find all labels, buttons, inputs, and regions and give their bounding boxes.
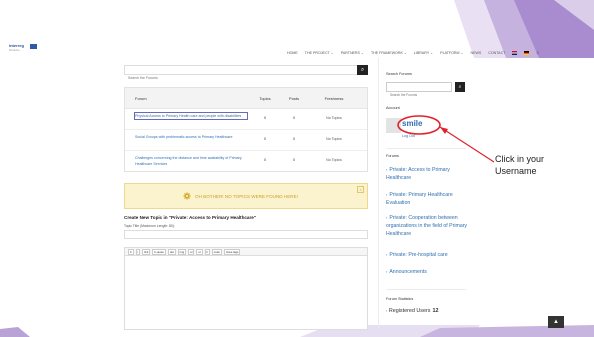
topic-title-label: Topic Title (Maximum Length: 80): xyxy=(124,224,175,228)
close-icon[interactable]: × xyxy=(357,186,364,193)
forum-table: Forum Topics Posts Freshness Physical Ac… xyxy=(124,87,368,172)
editor-toolbar: b i link b-quote del img ul ol li code c… xyxy=(124,247,368,256)
scroll-to-top-button[interactable]: ▲ xyxy=(548,316,564,328)
sidebar-search-button[interactable]: ⌕ xyxy=(455,82,465,92)
search-forums-heading: Search Forums xyxy=(386,72,412,76)
eu-flag-icon xyxy=(30,44,37,49)
col-posts: Posts xyxy=(288,96,299,101)
registered-users-label: Registered Users xyxy=(388,308,431,314)
search-icon[interactable]: ⌕ xyxy=(536,50,539,56)
nav-partners[interactable]: PARTNERS ⌄ xyxy=(341,51,364,55)
notice-text: OH BOTHER! NO TOPICS WERE FOUND HERE! xyxy=(195,194,298,199)
freshness: No Topics xyxy=(326,116,342,120)
post-count: 0 xyxy=(293,137,295,141)
link-button[interactable]: link xyxy=(142,248,151,255)
freshness: No Topics xyxy=(326,158,342,162)
post-count: 0 xyxy=(293,116,295,120)
nav-contact[interactable]: CONTACT xyxy=(488,51,505,55)
chevron-right-icon: › xyxy=(386,308,388,313)
col-topics: Topics xyxy=(259,96,271,101)
registered-users-stat: › Registered Users 12 xyxy=(386,308,439,314)
sidebar-forum-label: Private: Cooperation between organizatio… xyxy=(386,215,468,237)
blockquote-button[interactable]: b-quote xyxy=(152,248,166,255)
annotation-line-1: Click in your xyxy=(495,154,545,164)
sidebar-search-input[interactable] xyxy=(387,91,451,99)
forum-link[interactable]: Social Groups with problematic access to… xyxy=(135,134,247,140)
topic-count: 0 xyxy=(264,158,266,162)
sidebar-forum-link[interactable]: › Private: Primary Healthcare Evaluation xyxy=(386,191,468,207)
col-forum: Forum xyxy=(135,96,147,101)
italic-button[interactable]: i xyxy=(135,248,141,255)
chevron-right-icon: › xyxy=(386,215,388,220)
column-divider xyxy=(378,58,379,328)
table-row: Challenges concerning the distance and t… xyxy=(125,151,367,171)
main-navigation: HOME THE PROJECT ⌄ PARTNERS ⌄ THE FRAMEW… xyxy=(287,49,539,57)
chevron-right-icon: › xyxy=(386,252,388,257)
chevron-right-icon: › xyxy=(386,269,388,274)
freshness: No Topics xyxy=(326,137,342,141)
topic-title-input[interactable] xyxy=(124,230,368,239)
table-header: Forum Topics Posts Freshness xyxy=(125,88,367,109)
gear-icon xyxy=(183,192,191,200)
search-icon: ⌕ xyxy=(360,66,365,73)
sidebar-forum-link[interactable]: › Announcements xyxy=(386,268,468,276)
chevron-right-icon: › xyxy=(386,167,388,172)
nav-platform[interactable]: PLATFORM ⌄ xyxy=(440,51,463,55)
nav-the-project[interactable]: THE PROJECT ⌄ xyxy=(305,51,334,55)
sidebar-search-field xyxy=(386,82,452,99)
forum-search-input[interactable] xyxy=(125,74,351,82)
create-topic-title: Create New Topic in "Private: Access to … xyxy=(124,215,257,220)
forum-search-button[interactable]: ⌕ xyxy=(357,65,368,75)
forum-search-field xyxy=(124,65,368,82)
bold-button[interactable]: b xyxy=(128,248,134,255)
del-button[interactable]: del xyxy=(167,248,176,255)
sidebar-forum-link[interactable]: › Private: Cooperation between organizati… xyxy=(386,214,468,238)
sidebar-forum-label: Announcements xyxy=(389,269,427,275)
table-row: Physical Access to Primary Health care a… xyxy=(125,109,367,130)
english-flag-icon[interactable] xyxy=(512,51,518,55)
close-tags-button[interactable]: close tags xyxy=(223,248,241,255)
ol-button[interactable]: ol xyxy=(196,248,203,255)
chevron-up-icon: ▲ xyxy=(553,319,559,325)
forum-link[interactable]: Physical Access to Primary Health care a… xyxy=(134,112,248,120)
sidebar-forum-link[interactable]: › Private: Pre-hospital care xyxy=(386,251,468,259)
li-button[interactable]: li xyxy=(204,248,210,255)
forum-link[interactable]: Challenges concerning the distance and t… xyxy=(135,155,247,167)
nav-library[interactable]: LIBRARY ⌄ xyxy=(414,51,433,55)
nav-news[interactable]: NEWS xyxy=(470,51,481,55)
annotation-line-2: Username xyxy=(495,166,537,176)
divider xyxy=(386,289,466,290)
code-button[interactable]: code xyxy=(211,248,222,255)
col-freshness: Freshness xyxy=(324,96,344,101)
registered-users-count: 12 xyxy=(432,308,439,314)
post-count: 0 xyxy=(293,158,295,162)
ul-button[interactable]: ul xyxy=(188,248,195,255)
topic-count: 0 xyxy=(264,137,266,141)
search-icon: ⌕ xyxy=(458,84,462,90)
topic-content-editor[interactable] xyxy=(124,256,368,330)
annotation-text: Click in your Username xyxy=(495,153,544,177)
nav-the-framework[interactable]: THE FRAMEWORK ⌄ xyxy=(371,51,407,55)
german-flag-icon[interactable] xyxy=(524,51,530,55)
forum-statistics-heading: Forum Statistics xyxy=(386,297,414,301)
nav-home[interactable]: HOME xyxy=(287,51,298,55)
no-topics-notice: OH BOTHER! NO TOPICS WERE FOUND HERE! × xyxy=(124,183,368,209)
topic-count: 0 xyxy=(264,116,266,120)
table-row: Social Groups with problematic access to… xyxy=(125,130,367,151)
annotation-arrow xyxy=(397,115,495,163)
sidebar-forum-label: Private: Pre-hospital care xyxy=(389,252,448,258)
sidebar-forum-label: Private: Primary Healthcare Evaluation xyxy=(386,192,453,206)
site-logo[interactable]: interreg Danube xyxy=(9,44,41,58)
chevron-right-icon: › xyxy=(386,192,388,197)
img-button[interactable]: img xyxy=(177,248,187,255)
